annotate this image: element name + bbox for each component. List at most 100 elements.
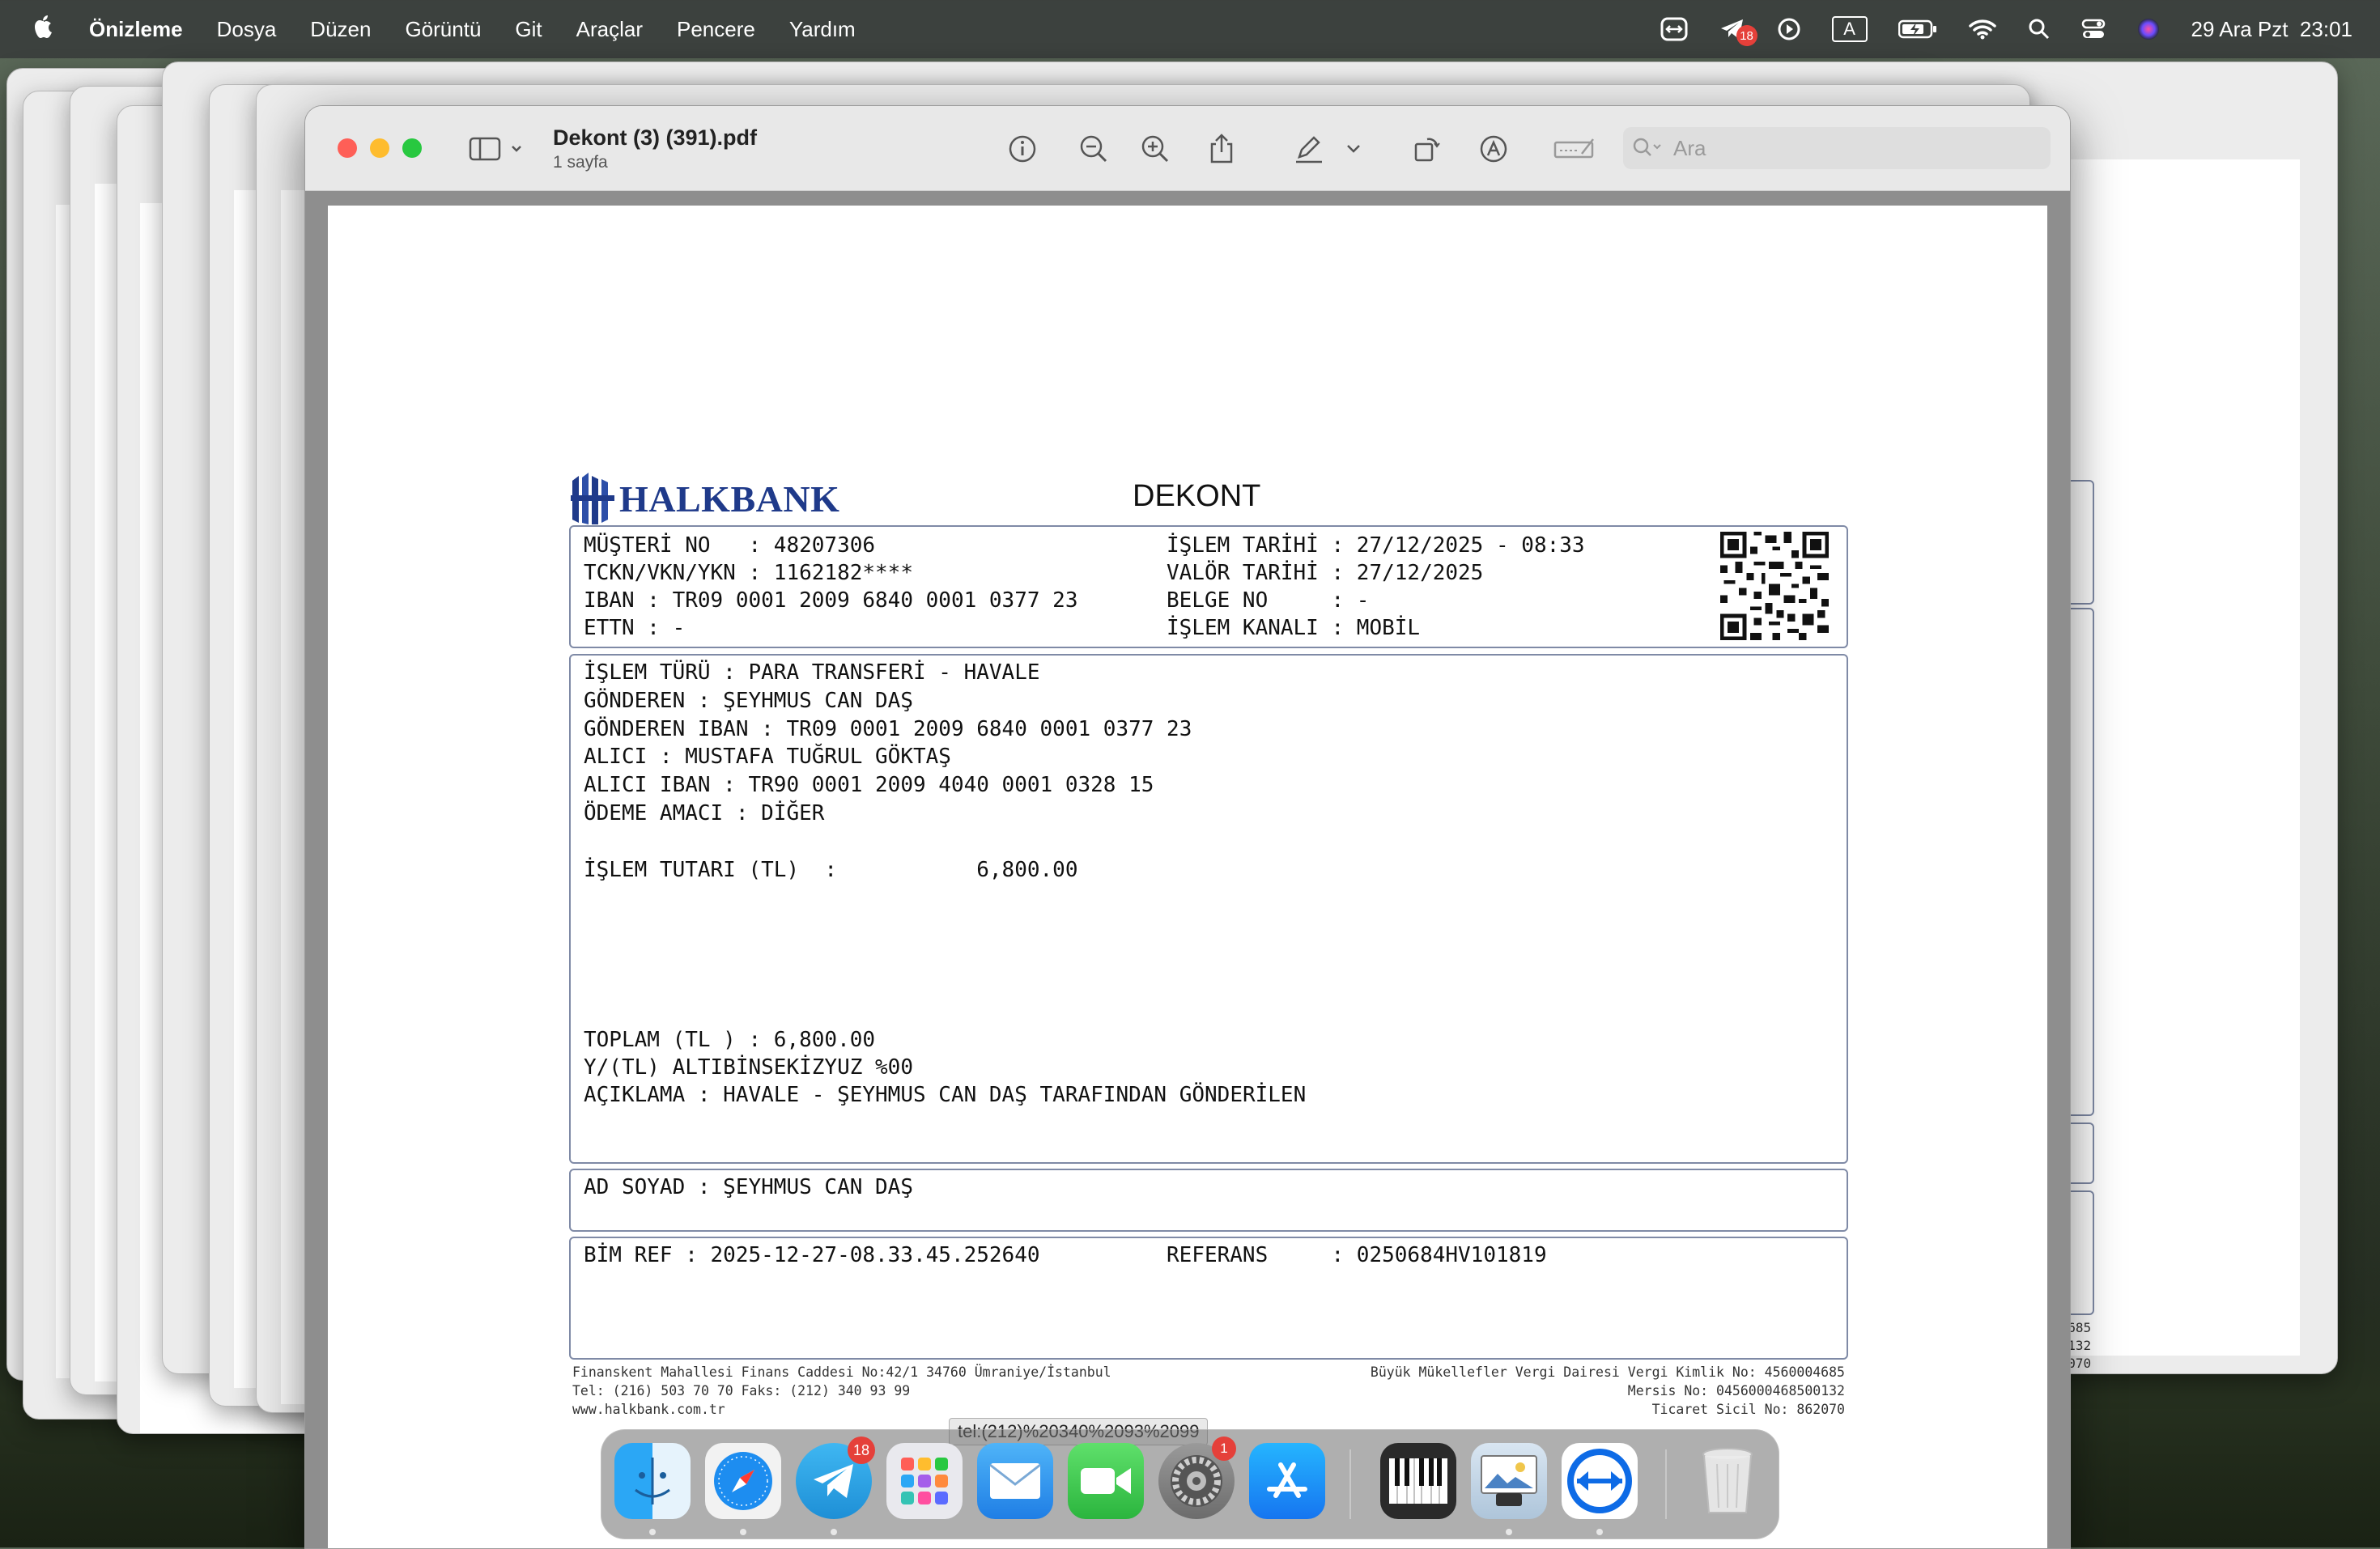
window-titlebar: Dekont (3) (391).pdf 1 sayfa Ara bbox=[305, 106, 2070, 191]
safari-running-indicator bbox=[740, 1529, 746, 1535]
share-button[interactable] bbox=[1202, 130, 1241, 168]
halkbank-logo: HALKBANK bbox=[571, 473, 839, 524]
menu-duzen[interactable]: Düzen bbox=[310, 17, 371, 42]
telegram-status-badge: 18 bbox=[1736, 25, 1757, 46]
preview-window: Dekont (3) (391).pdf 1 sayfa Ara HALKBAN… bbox=[304, 105, 2071, 1549]
payment-purpose: ÖDEME AMACI : DİĞER bbox=[584, 801, 825, 825]
sidebar-toggle-button[interactable] bbox=[464, 130, 529, 168]
footer-mersis: Mersis No: 0456000468500132 bbox=[1627, 1383, 1845, 1398]
value-date: VALÖR TARİHİ : 27/12/2025 bbox=[1167, 561, 1484, 585]
mail-icon[interactable] bbox=[977, 1443, 1053, 1519]
teamviewer-icon[interactable] bbox=[1562, 1443, 1638, 1519]
finder-icon[interactable] bbox=[614, 1443, 691, 1519]
name-box: AD SOYAD : ŞEYHMUS CAN DAŞ bbox=[569, 1169, 1848, 1232]
close-window-button[interactable] bbox=[338, 138, 357, 158]
full-name: AD SOYAD : ŞEYHMUS CAN DAŞ bbox=[584, 1175, 913, 1199]
window-subtitle: 1 sayfa bbox=[553, 153, 608, 172]
header-box: MÜŞTERİ NO : 48207306 TCKN/VKN/YKN : 116… bbox=[569, 525, 1848, 648]
form-fill-button[interactable] bbox=[1550, 130, 1599, 168]
telegram-dock-badge: 18 bbox=[848, 1437, 875, 1464]
control-center-icon[interactable] bbox=[2081, 18, 2106, 40]
battery-icon[interactable] bbox=[1898, 19, 1937, 40]
teamviewer-running-indicator bbox=[1596, 1529, 1603, 1535]
info-button[interactable] bbox=[1003, 130, 1042, 168]
reference-box: BİM REF : 2025-12-27-08.33.45.252640 REF… bbox=[569, 1237, 1848, 1360]
footer-phone: Tel: (216) 503 70 70 Faks: (212) 340 93 … bbox=[572, 1383, 911, 1398]
app-store-icon[interactable] bbox=[1249, 1443, 1325, 1519]
dock-separator bbox=[1665, 1449, 1667, 1519]
qr-code-icon bbox=[1720, 532, 1829, 640]
menu-pencere[interactable]: Pencere bbox=[677, 17, 755, 42]
halkbank-emblem-icon bbox=[571, 473, 614, 524]
menu-git[interactable]: Git bbox=[515, 17, 542, 42]
zoom-in-button[interactable] bbox=[1136, 130, 1175, 168]
system-settings-icon[interactable]: 1 bbox=[1158, 1437, 1236, 1519]
amount-in-words: Y/(TL) ALTIBİNSEKİZYUZ %00 bbox=[584, 1055, 913, 1080]
search-icon bbox=[1633, 138, 1661, 156]
finder-running-indicator bbox=[649, 1529, 656, 1535]
document-no: BELGE NO : - bbox=[1167, 588, 1370, 613]
menu-yardim[interactable]: Yardım bbox=[789, 17, 856, 42]
customer-no: MÜŞTERİ NO : 48207306 bbox=[584, 533, 876, 558]
footer-tax-id: Büyük Mükellefler Vergi Dairesi Vergi Ki… bbox=[1370, 1364, 1845, 1380]
document-title: DEKONT bbox=[1133, 479, 1261, 513]
input-source-icon[interactable]: A bbox=[1831, 16, 1868, 42]
sender-iban: GÖNDEREN IBAN : TR09 0001 2009 6840 0001… bbox=[584, 717, 1192, 741]
launchpad-icon[interactable] bbox=[886, 1443, 963, 1519]
recipient: ALICI : MUSTAFA TUĞRUL GÖKTAŞ bbox=[584, 745, 951, 769]
app-menu[interactable]: Önizleme bbox=[89, 17, 183, 42]
menu-bar: Önizleme Dosya Düzen Görüntü Git Araçlar… bbox=[0, 0, 2380, 58]
pdf-page: HALKBANK DEKONT MÜŞTERİ NO : 48207306 TC… bbox=[328, 206, 2047, 1548]
menu-dosya[interactable]: Dosya bbox=[217, 17, 277, 42]
tckn: TCKN/VKN/YKN : 1162182**** bbox=[584, 561, 913, 585]
sender: GÖNDEREN : ŞEYHMUS CAN DAŞ bbox=[584, 689, 913, 713]
search-placeholder: Ara bbox=[1673, 135, 1706, 160]
transaction-type: İŞLEM TÜRÜ : PARA TRANSFERİ - HAVALE bbox=[584, 660, 1040, 685]
bim-ref: BİM REF : 2025-12-27-08.33.45.252640 bbox=[584, 1243, 1040, 1267]
transaction-date: İŞLEM TARİHİ : 27/12/2025 - 08:33 bbox=[1167, 533, 1585, 558]
preview-running-indicator bbox=[1506, 1529, 1512, 1535]
telegram-status-icon[interactable]: 18 bbox=[1719, 17, 1757, 46]
document-viewport[interactable]: HALKBANK DEKONT MÜŞTERİ NO : 48207306 TC… bbox=[305, 191, 2070, 1548]
window-title: Dekont (3) (391).pdf bbox=[553, 125, 758, 150]
menu-araclar[interactable]: Araçlar bbox=[576, 17, 643, 42]
transaction-channel: İŞLEM KANALI : MOBİL bbox=[1167, 616, 1421, 640]
bank-name: HALKBANK bbox=[619, 477, 840, 520]
siri-icon[interactable] bbox=[2136, 17, 2161, 41]
facetime-icon[interactable] bbox=[1068, 1443, 1144, 1519]
menubar-clock[interactable]: 29 Ara Pzt 23:01 bbox=[2191, 17, 2352, 42]
description: AÇIKLAMA : HAVALE - ŞEYHMUS CAN DAŞ TARA… bbox=[584, 1083, 1307, 1107]
rotate-button[interactable] bbox=[1408, 130, 1447, 168]
teamviewer-status-icon[interactable] bbox=[1660, 17, 1688, 41]
ettn: ETTN : - bbox=[584, 616, 686, 640]
transaction-body-box: İŞLEM TÜRÜ : PARA TRANSFERİ - HAVALE GÖN… bbox=[569, 654, 1848, 1164]
markup-pen-button[interactable] bbox=[1290, 130, 1328, 168]
apple-menu-icon[interactable] bbox=[32, 14, 55, 45]
spotlight-search-icon[interactable] bbox=[2028, 18, 2051, 40]
background-page: 04685 00132 62070 bbox=[2046, 159, 2300, 1371]
search-field[interactable]: Ara bbox=[1623, 127, 2051, 169]
dock: 18 1 bbox=[601, 1429, 1779, 1539]
menu-goruntu[interactable]: Görüntü bbox=[405, 17, 481, 42]
minimize-window-button[interactable] bbox=[370, 138, 389, 158]
telegram-running-indicator bbox=[831, 1529, 837, 1535]
wifi-icon[interactable] bbox=[1968, 18, 1997, 40]
telegram-icon[interactable]: 18 bbox=[796, 1437, 875, 1519]
footer-trade-registry: Ticaret Sicil No: 862070 bbox=[1651, 1402, 1845, 1417]
total-amount: TOPLAM (TL ) : 6,800.00 bbox=[584, 1028, 876, 1052]
settings-dock-badge: 1 bbox=[1212, 1437, 1236, 1461]
zoom-window-button[interactable] bbox=[402, 138, 422, 158]
markup-options-chevron-icon[interactable] bbox=[1340, 130, 1367, 168]
annotate-button[interactable] bbox=[1474, 130, 1513, 168]
play-status-icon[interactable] bbox=[1777, 17, 1801, 41]
zoom-out-button[interactable] bbox=[1074, 130, 1113, 168]
footer-address: Finanskent Mahallesi Finans Caddesi No:4… bbox=[572, 1364, 1111, 1380]
preview-icon[interactable] bbox=[1471, 1443, 1547, 1519]
dock-separator bbox=[1349, 1449, 1351, 1519]
trash-icon[interactable] bbox=[1689, 1443, 1766, 1519]
piano-icon[interactable] bbox=[1380, 1443, 1456, 1519]
footer-website[interactable]: www.halkbank.com.tr bbox=[572, 1402, 725, 1417]
reference-no: REFERANS : 0250684HV101819 bbox=[1167, 1243, 1547, 1267]
recipient-iban: ALICI IBAN : TR90 0001 2009 4040 0001 03… bbox=[584, 773, 1154, 797]
safari-icon[interactable] bbox=[705, 1443, 781, 1519]
